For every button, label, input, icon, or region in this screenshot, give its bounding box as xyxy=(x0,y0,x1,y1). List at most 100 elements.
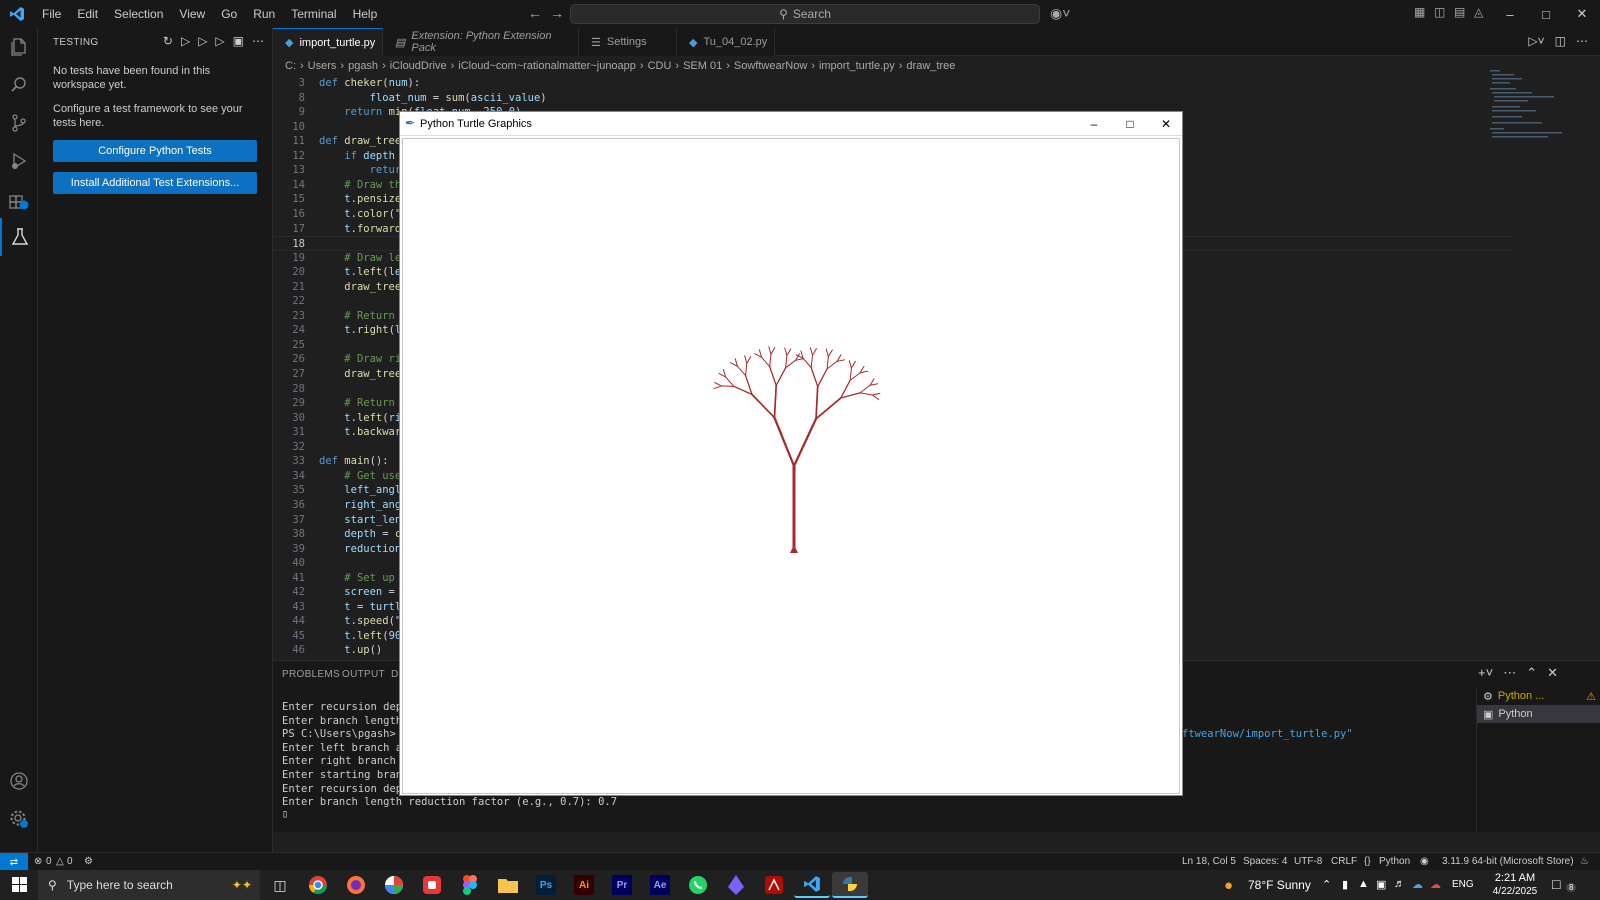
premiere-icon[interactable]: Pr xyxy=(604,872,640,898)
breadcrumb-item[interactable]: draw_tree xyxy=(906,60,955,72)
menu-edit[interactable]: Edit xyxy=(69,0,106,28)
menu-help[interactable]: Help xyxy=(345,0,386,28)
cursor-position[interactable]: Ln 18, Col 5 xyxy=(1182,856,1236,867)
breadcrumb-item[interactable]: SowftwearNow xyxy=(734,60,807,72)
clock-time[interactable]: 2:21 AM xyxy=(1490,872,1540,884)
ports-icon[interactable]: ⚙ xyxy=(84,856,93,867)
encoding[interactable]: UTF-8 xyxy=(1294,856,1322,867)
photoshop-icon[interactable]: Ps xyxy=(528,872,564,898)
tab-extension-python-pack[interactable]: ▤ Extension: Python Extension Pack xyxy=(383,28,579,56)
warning-count[interactable]: 0 xyxy=(67,856,73,867)
language-mode[interactable]: Python xyxy=(1379,856,1410,867)
python-interpreter[interactable]: 3.11.9 64-bit (Microsoft Store) xyxy=(1442,856,1574,867)
forward-arrow-icon[interactable]: → xyxy=(550,5,564,21)
turtle-maximize-button[interactable]: □ xyxy=(1112,112,1148,136)
run-debug-icon[interactable] xyxy=(0,142,38,180)
notification-center-icon[interactable]: □ xyxy=(1552,876,1560,892)
breadcrumb-item[interactable]: pgash xyxy=(348,60,378,72)
testing-flask-icon[interactable] xyxy=(0,218,38,256)
toggle-secondary-sidebar-icon[interactable]: ◬ xyxy=(1474,5,1483,19)
minimize-button[interactable]: – xyxy=(1492,0,1528,28)
run-coverage-icon[interactable]: ▷ xyxy=(215,34,224,48)
source-control-icon[interactable] xyxy=(0,104,38,142)
tab-import-turtle[interactable]: ◆ import_turtle.py ✕ xyxy=(273,28,391,56)
copilot-icon[interactable]: ◉˅ xyxy=(1050,5,1070,22)
turtle-canvas[interactable] xyxy=(402,138,1180,794)
minimap[interactable] xyxy=(1486,66,1566,166)
windows-start-icon[interactable] xyxy=(2,872,38,898)
maximize-button[interactable]: □ xyxy=(1528,0,1564,28)
colorful-app-icon[interactable] xyxy=(376,872,412,898)
maximize-panel-icon[interactable]: ⌃ xyxy=(1526,665,1537,681)
illustrator-icon[interactable]: Ai xyxy=(566,872,602,898)
menu-file[interactable]: File xyxy=(34,0,69,28)
notifications-bell-icon[interactable]: ♨ xyxy=(1580,856,1589,867)
tray-chevron-icon[interactable]: ⌃ xyxy=(1322,878,1331,891)
code-line[interactable]: 3 def cheker(num): xyxy=(273,76,1513,91)
whatsapp-icon[interactable] xyxy=(680,872,716,898)
show-output-icon[interactable]: ▣ xyxy=(233,34,244,48)
firefox-icon[interactable] xyxy=(338,872,374,898)
turtle-window-titlebar[interactable]: ✒ Python Turtle Graphics – □ ✕ xyxy=(400,112,1182,136)
manage-gear-icon[interactable] xyxy=(0,800,38,838)
extensions-icon[interactable] xyxy=(0,180,38,218)
taskbar-search-box[interactable]: ⚲ Type here to search ✦✦ xyxy=(38,870,260,900)
remote-icon[interactable]: ⇄ xyxy=(0,853,28,871)
breadcrumb-item[interactable]: iCloudDrive xyxy=(390,60,447,72)
tab-problems[interactable]: PROBLEMS xyxy=(282,669,340,680)
breadcrumb-item[interactable]: iCloud~com~rationalmatter~junoapp xyxy=(458,60,636,72)
indentation[interactable]: Spaces: 4 xyxy=(1243,856,1287,867)
line-ending[interactable]: CRLF xyxy=(1331,856,1357,867)
breadcrumb-item[interactable]: import_turtle.py xyxy=(819,60,895,72)
layout-customize-icon[interactable]: ▦ xyxy=(1414,5,1425,19)
run-python-file-icon[interactable]: ▷˅ xyxy=(1528,34,1544,48)
split-editor-icon[interactable]: ◫ xyxy=(1555,34,1566,48)
tab-output[interactable]: OUTPUT xyxy=(342,669,385,680)
clock-date[interactable]: 4/22/2025 xyxy=(1486,886,1544,897)
more-actions-icon[interactable]: ⋯ xyxy=(1503,665,1516,681)
toggle-sidebar-icon[interactable]: ◫ xyxy=(1434,5,1445,19)
configure-python-tests-button[interactable]: Configure Python Tests xyxy=(53,140,257,162)
terminal-item-python-run[interactable]: ⚙ Python ... ⚠ xyxy=(1477,687,1600,705)
account-icon[interactable] xyxy=(0,762,38,800)
breadcrumb-item[interactable]: SEM 01 xyxy=(683,60,722,72)
python-taskbar-icon[interactable] xyxy=(832,872,868,898)
error-count[interactable]: 0 xyxy=(46,856,52,867)
turtle-close-button[interactable]: ✕ xyxy=(1148,112,1184,136)
breadcrumb-item[interactable]: CDU xyxy=(648,60,672,72)
vscode-taskbar-icon[interactable] xyxy=(794,872,830,898)
weather-sun-icon[interactable]: ● xyxy=(1224,877,1233,894)
new-terminal-icon[interactable]: +˅ xyxy=(1478,665,1493,681)
after-effects-icon[interactable]: Ae xyxy=(642,872,678,898)
tab-debug-console[interactable]: D xyxy=(391,669,399,680)
breadcrumb-item[interactable]: Users xyxy=(308,60,337,72)
tab-settings[interactable]: ☰ Settings xyxy=(579,28,677,56)
security-icon[interactable]: ☁ xyxy=(1430,878,1441,891)
close-panel-icon[interactable]: ✕ xyxy=(1547,665,1558,681)
red-app-icon[interactable] xyxy=(414,872,450,898)
turtle-minimize-button[interactable]: – xyxy=(1076,112,1112,136)
terminal-item-python[interactable]: ▣ Python xyxy=(1477,705,1600,723)
run-tests-icon[interactable]: ▷ xyxy=(181,34,190,48)
onedrive-icon[interactable]: ☁ xyxy=(1412,878,1423,891)
more-actions-icon[interactable]: ⋯ xyxy=(1576,34,1588,48)
install-test-extensions-button[interactable]: Install Additional Test Extensions... xyxy=(53,172,257,194)
code-line[interactable]: 8 float_num = sum(ascii_value) xyxy=(273,91,1513,106)
search-icon[interactable] xyxy=(0,66,38,104)
menu-view[interactable]: View xyxy=(171,0,213,28)
battery-icon[interactable]: ▮ xyxy=(1342,878,1348,891)
purple-app-icon[interactable] xyxy=(718,872,754,898)
network-icon[interactable]: ▲ xyxy=(1358,878,1369,890)
figma-icon[interactable] xyxy=(452,872,488,898)
toggle-panel-icon[interactable]: ▤ xyxy=(1454,5,1465,19)
display-icon[interactable]: ▣ xyxy=(1376,878,1386,891)
warning-icon[interactable]: △ xyxy=(56,856,64,867)
copilot-status-icon[interactable]: ◉ xyxy=(1420,856,1429,867)
menu-go[interactable]: Go xyxy=(213,0,245,28)
acrobat-icon[interactable] xyxy=(756,872,792,898)
menu-selection[interactable]: Selection xyxy=(106,0,171,28)
input-language[interactable]: ENG xyxy=(1452,879,1474,890)
back-arrow-icon[interactable]: ← xyxy=(528,5,542,21)
explorer-icon[interactable] xyxy=(0,28,38,66)
tab-tu-04-02[interactable]: ◆ Tu_04_02.py xyxy=(677,28,775,56)
